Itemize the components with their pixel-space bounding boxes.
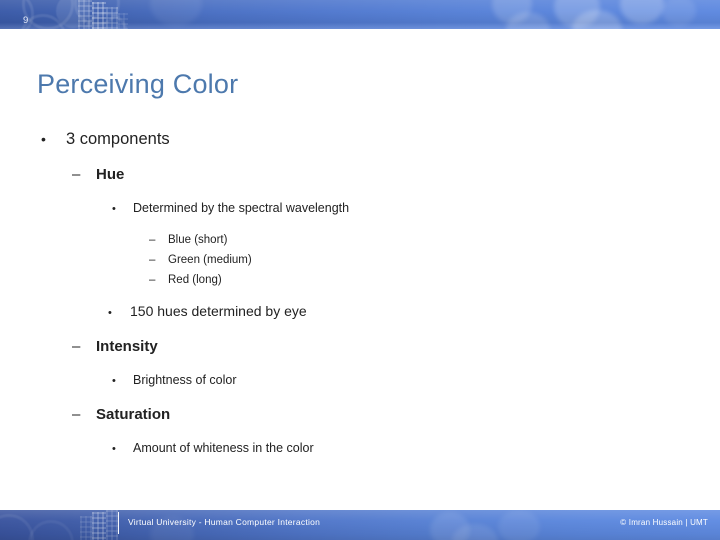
footer-course-label: Virtual University - Human Computer Inte… (128, 517, 321, 527)
bullet-level3: • Amount of whiteness in the color (0, 437, 720, 461)
bullet-text: Intensity (96, 338, 158, 355)
footer-divider (118, 512, 119, 534)
bullet-marker: – (149, 274, 156, 286)
page-number: 9 (23, 15, 29, 26)
page-title: Perceiving Color (37, 69, 239, 99)
bullet-level3: • 150 hues determined by eye (0, 299, 720, 325)
bullet-marker: • (41, 131, 46, 147)
bullet-text: Determined by the spectral wavelength (133, 201, 350, 215)
bullet-text: Saturation (96, 406, 171, 423)
bullet-text: Red (long) (168, 274, 222, 286)
bullet-level1: • 3 components (0, 126, 720, 153)
bullet-marker: – (72, 166, 81, 183)
header-banner (0, 0, 720, 29)
banner-sheen (0, 0, 720, 29)
bullet-marker: • (112, 375, 116, 387)
bullet-text: Brightness of color (133, 373, 237, 387)
bullet-text: Green (medium) (168, 254, 252, 266)
bullet-level2: – Intensity (0, 334, 720, 360)
bullet-level2: – Hue (0, 162, 720, 188)
footer-copyright: © Imran Hussain | UMT (620, 518, 708, 527)
footer-sheen (0, 510, 720, 540)
bullet-level4: – Green (medium) (0, 250, 720, 270)
bullet-level2: – Saturation (0, 402, 720, 428)
bullet-marker: – (72, 338, 81, 355)
bullet-marker: • (112, 203, 116, 215)
slide-body: • 3 components – Hue • Determined by the sp… (0, 126, 720, 532)
footer-bar (0, 510, 720, 540)
bullet-marker: – (72, 406, 81, 423)
bullet-text: 150 hues determined by eye (130, 303, 307, 319)
bullet-text: Amount of whiteness in the color (133, 441, 314, 455)
bullet-marker: • (112, 443, 116, 455)
bullet-text: Hue (96, 166, 125, 183)
bullet-level3: • Brightness of color (0, 369, 720, 393)
bullet-marker: – (149, 234, 156, 246)
bullet-marker: • (108, 307, 112, 319)
bullet-level3: • Determined by the spectral wavelength (0, 197, 720, 221)
bullet-text: Blue (short) (168, 234, 228, 246)
bullet-marker: – (149, 254, 156, 266)
bullet-level4: – Red (long) (0, 270, 720, 290)
bullet-level4: – Blue (short) (0, 230, 720, 250)
bullet-text: 3 components (66, 130, 170, 148)
